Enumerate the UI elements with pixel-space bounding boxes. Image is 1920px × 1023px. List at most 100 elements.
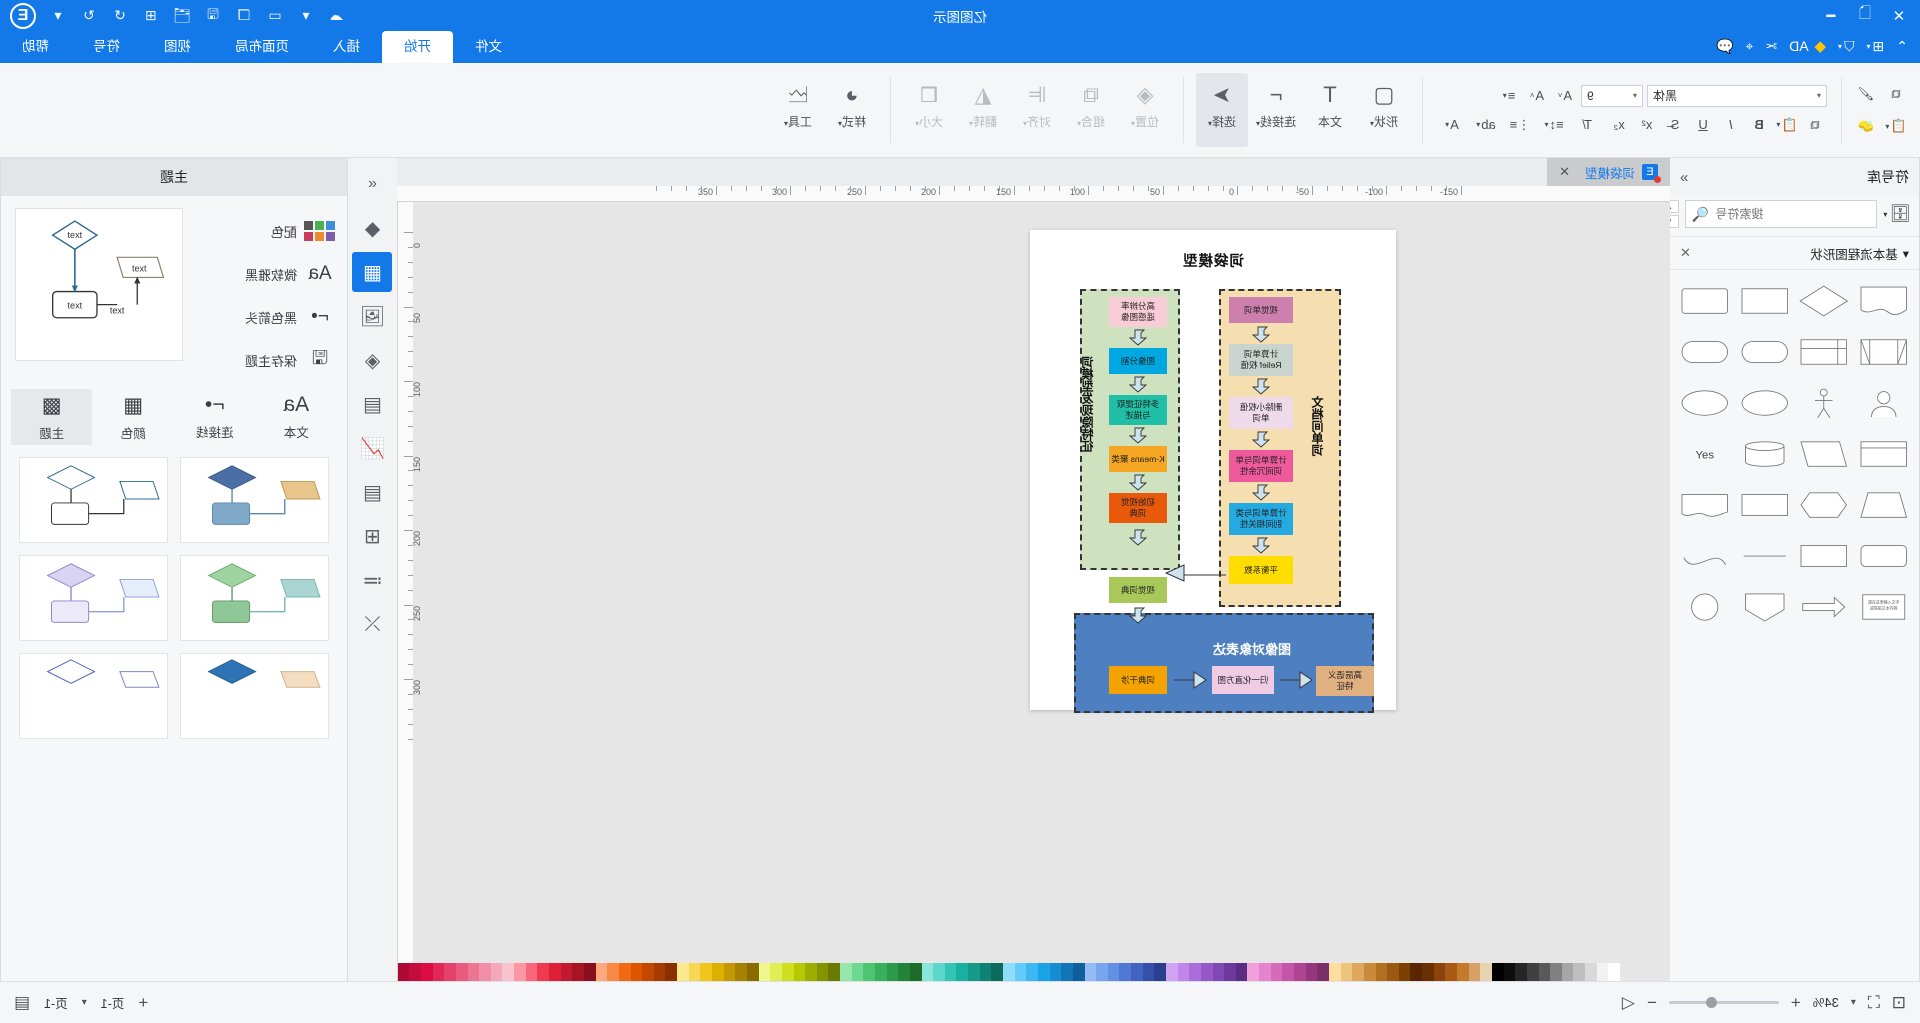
tab-file[interactable]: 文件 — [453, 31, 524, 63]
tab-help[interactable]: 帮助 — [0, 31, 71, 63]
close-icon[interactable]: ✕ — [1680, 245, 1691, 261]
shape-cylinder[interactable] — [1739, 432, 1792, 476]
chevron-up-icon[interactable]: ⌃ — [1892, 36, 1912, 57]
shape-rounded-box[interactable] — [1858, 534, 1911, 578]
library-open-icon[interactable]: 🗄 ▾ — [1883, 204, 1911, 224]
fullscreen-icon[interactable]: ⛶ — [1868, 993, 1880, 1013]
shape-document-wave[interactable] — [1858, 279, 1911, 323]
node-redundancy[interactable]: 计算单词与单 词间冗余性 — [1229, 450, 1293, 482]
color-palette-strip[interactable] — [397, 963, 1620, 981]
cloud-sync-icon[interactable]: ☁ — [328, 7, 346, 25]
save-icon[interactable]: 🖫 — [204, 6, 222, 25]
shape-double-bar[interactable] — [1858, 330, 1911, 374]
ribbon-btn-text[interactable]: T 文本 — [1304, 73, 1356, 147]
play-icon[interactable]: ◁ — [1622, 993, 1635, 1013]
subscript-icon[interactable]: x₂ — [1607, 114, 1631, 136]
theme-thumb-4[interactable] — [19, 555, 168, 641]
node-initial-dictionary[interactable]: 初始视觉 词典 — [1109, 493, 1167, 523]
shape-wave-rect[interactable] — [1679, 483, 1732, 527]
copy-style-icon[interactable]: ⧉ — [1803, 114, 1827, 136]
theme-thumb-2[interactable] — [19, 457, 168, 543]
page-tab[interactable]: 页-1 — [101, 993, 125, 1012]
tab-insert[interactable]: 插入 — [311, 31, 382, 63]
shape-pentagon-down[interactable] — [1739, 585, 1792, 629]
align-list-icon[interactable]: ≔ — [353, 560, 393, 600]
bullets-icon[interactable]: ⋮≡ — [1505, 114, 1535, 136]
add-icon[interactable]: ⊞ — [142, 7, 160, 25]
tab-view[interactable]: 视图 — [142, 31, 213, 63]
image-icon[interactable]: 🖼 — [353, 296, 393, 336]
theme-option-colors[interactable]: 配色 — [193, 218, 336, 244]
grow-font-icon[interactable]: A ˄ — [1525, 85, 1549, 107]
format-painter-icon[interactable]: 🖌 — [1854, 83, 1878, 105]
layout-grid-icon[interactable]: ▭ — [266, 7, 284, 25]
ribbon-btn-tools[interactable]: 🗠 工具▾ — [772, 73, 824, 147]
theme-thumb-5[interactable] — [180, 653, 329, 739]
strikethrough-S-icon[interactable]: S̶ — [1663, 114, 1687, 136]
shape-curve[interactable] — [1679, 534, 1732, 578]
undo-icon[interactable]: ↺ — [111, 7, 129, 25]
shape-trapezoid[interactable] — [1858, 483, 1911, 527]
node-image-segmentation[interactable]: 图像分割 — [1109, 348, 1167, 374]
clear-format-icon[interactable]: T̸ — [1573, 114, 1603, 136]
ribbon-btn-select[interactable]: ➤ 选择▾ — [1196, 73, 1248, 147]
shape-diamond[interactable] — [1798, 279, 1851, 323]
search-input[interactable] — [1715, 207, 1871, 221]
layers-icon[interactable]: ◈ — [353, 340, 393, 380]
cursor-icon[interactable]: ⌖ — [1741, 36, 1757, 57]
canvas-scroll[interactable]: 词袋模型 文档间单词 视觉单词 计算单词 Relief 权值 删除小权值 单词 — [413, 202, 1670, 981]
node-remote-image[interactable]: 高分辨率 遥感图像 — [1109, 297, 1167, 327]
tab-connector[interactable]: ⌐• 连接线 — [174, 389, 256, 445]
font-family-combo[interactable]: ▾ 黑体 — [1647, 84, 1827, 107]
fit-page-icon[interactable]: ⊡ — [1892, 993, 1906, 1013]
theme-thumb-3[interactable] — [180, 555, 329, 641]
ribbon-btn-position[interactable]: ◈ 位置▾ — [1119, 73, 1171, 147]
collapse-chevrons-icon[interactable]: « — [353, 164, 393, 204]
shape-stadium-2[interactable] — [1679, 330, 1732, 374]
shape-rect-2[interactable] — [1798, 534, 1851, 578]
chevron-down-icon[interactable]: ▾ — [297, 7, 315, 25]
node-kmeans[interactable]: K-means 聚类 — [1109, 446, 1167, 472]
node-high-semantic[interactable]: 高层语义 特征 — [1316, 666, 1374, 696]
page-dropdown-icon[interactable]: ▾ — [82, 997, 87, 1008]
zoom-slider-knob[interactable] — [1705, 997, 1717, 1008]
shape-user-head[interactable] — [1858, 381, 1911, 425]
paste-style-icon[interactable]: 📋 ▾ — [1775, 114, 1799, 136]
theme-grid-icon[interactable]: ▦ — [352, 252, 393, 292]
theme-thumb-6[interactable] — [19, 653, 168, 739]
document-tab-active[interactable]: E 词袋模型 ✕ — [1547, 158, 1670, 186]
chart-icon[interactable]: 📈 — [353, 428, 393, 468]
open-folder-icon[interactable]: 🗂 — [173, 7, 191, 25]
theme-thumb-1[interactable] — [180, 457, 329, 543]
container-icon[interactable]: ⊞ — [353, 516, 393, 556]
chevrons-right-icon[interactable]: » — [1680, 169, 1688, 186]
redo-icon[interactable]: ↻ — [80, 7, 98, 25]
copy-icon[interactable]: ⧉ — [1884, 83, 1908, 105]
shape-sheet[interactable] — [1858, 432, 1911, 476]
ribbon-btn-shape[interactable]: ▢ 形状▾ — [1358, 73, 1410, 147]
theme-preview[interactable]: text text text text — [15, 208, 183, 361]
paste-icon[interactable]: 📋 ▾ — [1884, 115, 1908, 137]
zoom-out-button[interactable]: − — [1647, 993, 1657, 1013]
underline-U-icon[interactable]: U — [1691, 114, 1715, 136]
zoom-in-button[interactable]: + — [1791, 993, 1801, 1013]
shape-parallelogram[interactable] — [1798, 432, 1851, 476]
shape-rect-plain[interactable] — [1739, 483, 1792, 527]
node-visual-dictionary[interactable]: 视觉词典 — [1109, 577, 1167, 603]
shape-circle-plain[interactable] — [1679, 585, 1732, 629]
theme-option-font[interactable]: Aa 微软雅黑 — [193, 261, 333, 287]
ribbon-btn-style[interactable]: ◕ 样式▾ — [826, 73, 878, 147]
tab-text[interactable]: Aa 文本 — [256, 389, 338, 445]
shape-person[interactable] — [1798, 381, 1851, 425]
tab-symbols[interactable]: 符号 — [71, 31, 142, 63]
tab-theme[interactable]: ▩ 主题 — [11, 389, 93, 445]
theme-option-connector[interactable]: ⌐• 黑色箭头 — [193, 304, 333, 330]
tab-page-layout[interactable]: 页面布局 — [213, 31, 311, 63]
shrink-font-icon[interactable]: A ˅ — [1553, 85, 1577, 107]
node-balance-coef[interactable]: 平衡系数 — [1229, 556, 1293, 584]
shape-left-arrow[interactable] — [1798, 585, 1851, 629]
eraser-icon[interactable]: 🧽 — [1854, 115, 1878, 137]
ribbon-btn-align[interactable]: ⊫ 对齐▾ — [1011, 73, 1063, 147]
node-normalized-hist[interactable]: 归一化直方图 — [1212, 666, 1274, 694]
superscript-icon[interactable]: x² — [1635, 114, 1659, 136]
